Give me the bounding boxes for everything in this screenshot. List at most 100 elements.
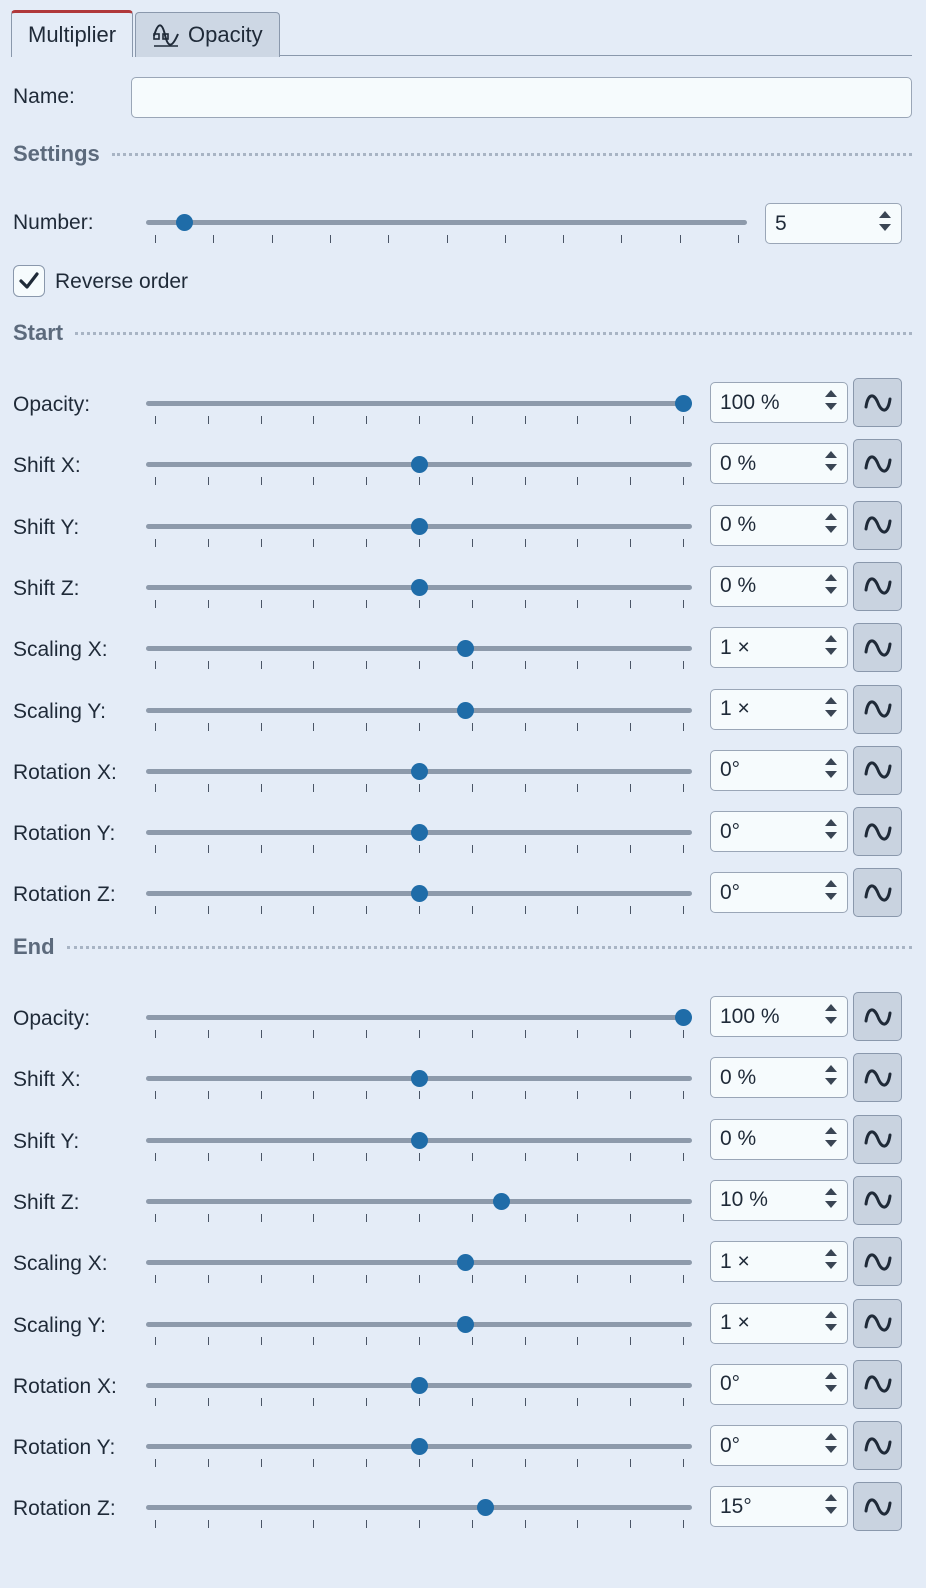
- spin-down-icon[interactable]: [879, 224, 891, 231]
- slider-thumb[interactable]: [176, 214, 194, 231]
- slider-thumb[interactable]: [411, 885, 428, 903]
- slider-track[interactable]: [146, 1015, 692, 1020]
- value-spinbox[interactable]: 100 %: [710, 996, 848, 1037]
- slider-thumb[interactable]: [477, 1499, 494, 1517]
- curve-button[interactable]: [853, 623, 902, 673]
- tab-opacity[interactable]: Opacity: [135, 12, 280, 57]
- spin-up-icon[interactable]: [825, 451, 837, 459]
- spin-arrows[interactable]: [825, 573, 837, 594]
- value-spinbox[interactable]: 0 %: [710, 443, 848, 485]
- spin-down-icon[interactable]: [825, 770, 837, 778]
- slider-thumb[interactable]: [675, 395, 692, 412]
- slider-thumb[interactable]: [411, 1131, 428, 1149]
- value-spinbox[interactable]: 1 ×: [710, 627, 848, 669]
- spin-up-icon[interactable]: [825, 757, 837, 765]
- slider-thumb[interactable]: [456, 1315, 474, 1333]
- value-spinbox[interactable]: 1 ×: [710, 1302, 848, 1344]
- spin-down-icon[interactable]: [825, 525, 837, 533]
- value-slider[interactable]: [146, 511, 692, 547]
- spin-up-icon[interactable]: [825, 573, 837, 581]
- slider-thumb[interactable]: [411, 578, 428, 596]
- spin-down-icon[interactable]: [825, 832, 837, 840]
- value-slider[interactable]: [146, 633, 692, 670]
- value-slider[interactable]: [146, 756, 692, 792]
- spin-arrows[interactable]: [825, 757, 837, 778]
- spin-down-icon[interactable]: [825, 1017, 837, 1024]
- spin-arrows[interactable]: [825, 1371, 837, 1392]
- spin-up-icon[interactable]: [825, 1371, 837, 1379]
- spin-down-icon[interactable]: [825, 709, 837, 717]
- spin-up-icon[interactable]: [825, 1433, 837, 1441]
- spin-arrows[interactable]: [825, 1433, 837, 1454]
- spin-arrows[interactable]: [825, 696, 837, 717]
- spin-up-icon[interactable]: [825, 512, 837, 520]
- curve-button[interactable]: [853, 1298, 902, 1348]
- spin-up-icon[interactable]: [825, 696, 837, 704]
- spin-down-icon[interactable]: [825, 464, 837, 472]
- curve-button[interactable]: [853, 1175, 902, 1225]
- number-slider[interactable]: [146, 207, 747, 243]
- spin-down-icon[interactable]: [825, 1078, 837, 1086]
- curve-button[interactable]: [853, 439, 902, 489]
- slider-track[interactable]: [146, 401, 692, 406]
- spin-down-icon[interactable]: [825, 1507, 837, 1515]
- spin-up-icon[interactable]: [825, 1126, 837, 1134]
- value-spinbox[interactable]: 0°: [710, 811, 848, 853]
- spin-arrows[interactable]: [825, 390, 837, 410]
- value-spinbox[interactable]: 15°: [710, 1486, 848, 1528]
- spin-arrows[interactable]: [825, 819, 837, 840]
- spin-arrows[interactable]: [825, 1310, 837, 1331]
- spin-up-icon[interactable]: [825, 880, 837, 888]
- spin-arrows[interactable]: [825, 635, 837, 656]
- value-slider[interactable]: [146, 1063, 692, 1100]
- value-slider[interactable]: [146, 1492, 692, 1529]
- slider-track[interactable]: [146, 707, 692, 713]
- number-spinbox[interactable]: 5: [765, 203, 902, 244]
- slider-track[interactable]: [146, 646, 692, 652]
- slider-thumb[interactable]: [456, 1254, 474, 1272]
- spin-arrows[interactable]: [825, 1249, 837, 1270]
- value-spinbox[interactable]: 0°: [710, 1425, 848, 1467]
- slider-track[interactable]: [146, 1321, 692, 1327]
- spin-down-icon[interactable]: [825, 1262, 837, 1270]
- curve-button[interactable]: [853, 1421, 902, 1471]
- value-spinbox[interactable]: 0 %: [710, 565, 848, 607]
- value-slider[interactable]: [146, 1125, 692, 1161]
- slider-track[interactable]: [146, 1260, 692, 1266]
- spin-up-icon[interactable]: [825, 1065, 837, 1073]
- value-slider[interactable]: [146, 817, 692, 854]
- curve-button[interactable]: [853, 1237, 902, 1287]
- slider-track[interactable]: [146, 1505, 692, 1511]
- spin-arrows[interactable]: [825, 880, 837, 901]
- slider-thumb[interactable]: [411, 456, 428, 474]
- spin-down-icon[interactable]: [825, 403, 837, 410]
- value-spinbox[interactable]: 0 %: [710, 1057, 848, 1099]
- slider-thumb[interactable]: [456, 701, 474, 719]
- spin-up-icon[interactable]: [825, 819, 837, 827]
- slider-thumb[interactable]: [493, 1192, 511, 1210]
- spin-down-icon[interactable]: [825, 893, 837, 901]
- spin-up-icon[interactable]: [825, 1249, 837, 1257]
- curve-button[interactable]: [853, 745, 902, 795]
- slider-thumb[interactable]: [411, 517, 428, 535]
- value-slider[interactable]: [146, 449, 692, 486]
- curve-button[interactable]: [853, 1482, 902, 1532]
- curve-button[interactable]: [853, 500, 902, 550]
- spin-arrows[interactable]: [825, 451, 837, 472]
- curve-button[interactable]: [853, 1359, 902, 1409]
- slider-thumb[interactable]: [411, 1070, 428, 1088]
- spin-arrows[interactable]: [825, 512, 837, 533]
- value-slider[interactable]: [146, 1186, 692, 1222]
- value-spinbox[interactable]: 0 %: [710, 1118, 848, 1160]
- name-input[interactable]: [131, 77, 912, 118]
- curve-button[interactable]: [853, 684, 902, 734]
- curve-button[interactable]: [853, 1114, 902, 1164]
- value-slider[interactable]: [146, 695, 692, 731]
- curve-button[interactable]: [853, 992, 902, 1041]
- value-spinbox[interactable]: 10 %: [710, 1179, 848, 1221]
- value-spinbox[interactable]: 1 ×: [710, 1241, 848, 1283]
- value-slider[interactable]: [146, 572, 692, 608]
- value-spinbox[interactable]: 0°: [710, 1363, 848, 1405]
- value-spinbox[interactable]: 0°: [710, 749, 848, 791]
- value-slider[interactable]: [146, 1370, 692, 1406]
